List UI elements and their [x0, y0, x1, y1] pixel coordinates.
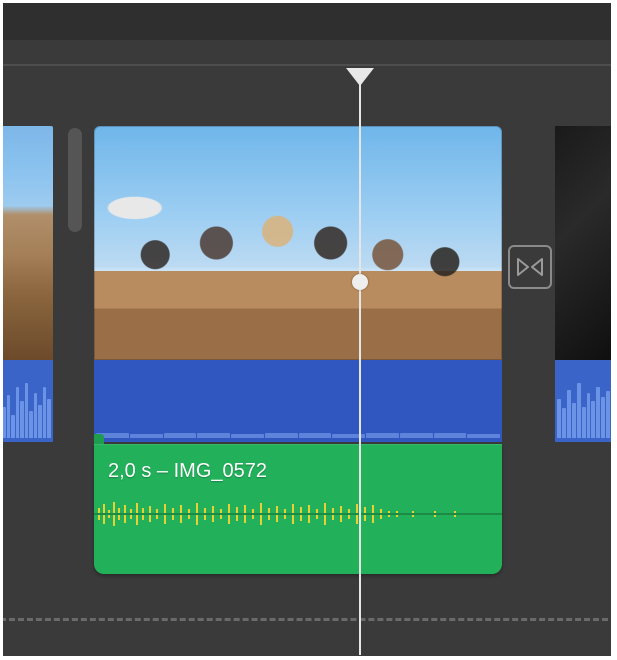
clip-thumbnail[interactable]	[94, 126, 502, 360]
playhead-line[interactable]	[359, 80, 361, 655]
timeline-clip-selected[interactable]	[94, 126, 502, 442]
crop-edge	[0, 656, 617, 660]
playhead-marker[interactable]	[346, 68, 374, 86]
audio-clip-label: 2,0 s – IMG_0572	[108, 460, 267, 483]
vertical-scrollbar[interactable]	[68, 128, 82, 232]
transition-crossfade[interactable]	[508, 245, 552, 289]
crop-edge	[611, 0, 617, 660]
crop-edge	[0, 0, 617, 3]
clip-thumbnail[interactable]	[0, 126, 53, 360]
audio-waveform	[94, 494, 502, 534]
crop-edge	[0, 0, 3, 660]
audio-connection-handle[interactable]	[94, 434, 104, 444]
timeline-clip-next[interactable]	[555, 126, 617, 442]
header-separator	[0, 64, 617, 66]
clip-audio-track[interactable]	[555, 360, 617, 442]
audio-waveform	[555, 360, 617, 442]
audio-waveform	[94, 360, 502, 442]
attached-audio-clip[interactable]: 2,0 s – IMG_0572	[94, 444, 502, 574]
clip-audio-track[interactable]	[94, 360, 502, 442]
toolbar-area	[0, 0, 617, 40]
timeline-clip-previous[interactable]	[0, 126, 53, 442]
playhead-handle[interactable]	[352, 274, 368, 290]
audio-waveform	[0, 360, 53, 442]
timeline-boundary	[0, 618, 617, 621]
clip-audio-track[interactable]	[0, 360, 53, 442]
crossfade-icon	[516, 257, 544, 277]
clip-thumbnail[interactable]	[555, 126, 617, 360]
